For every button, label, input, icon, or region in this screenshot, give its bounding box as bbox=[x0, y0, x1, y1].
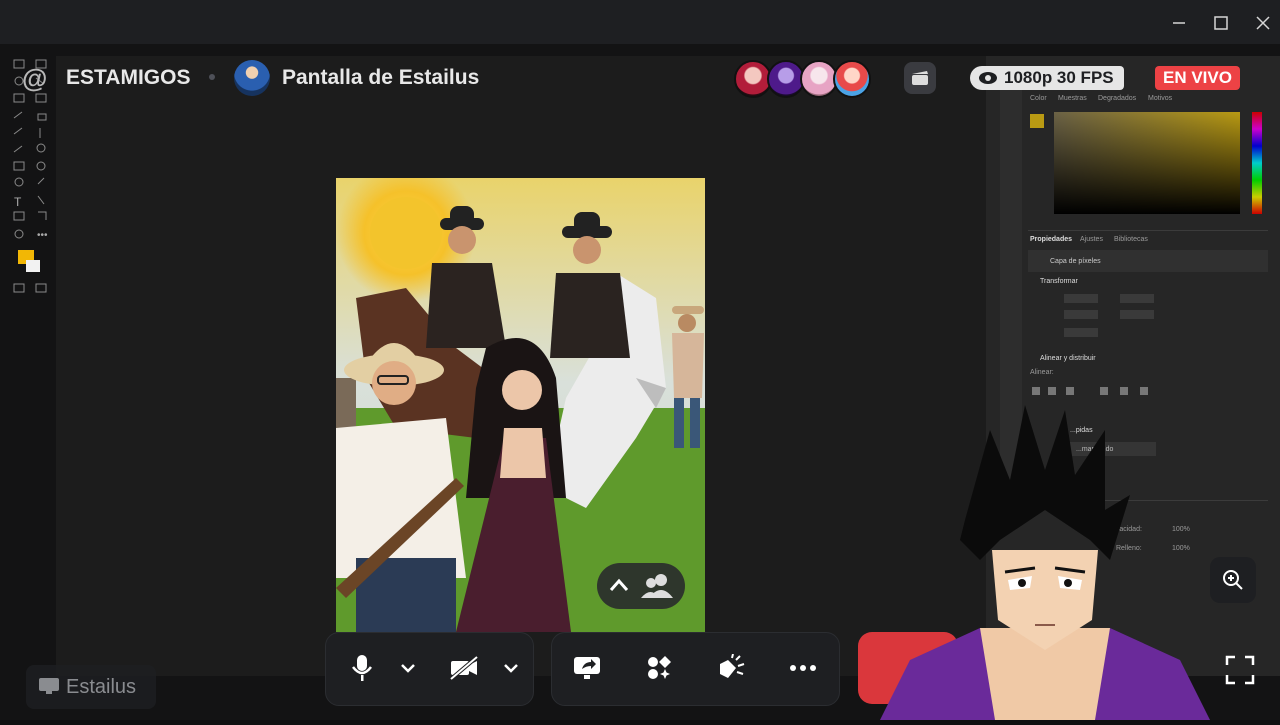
properties-tab: Propiedades bbox=[1030, 236, 1073, 243]
server-name: ESTAMIGOS bbox=[66, 66, 191, 89]
soundboard-button[interactable] bbox=[711, 650, 751, 686]
fullscreen-icon bbox=[1225, 655, 1255, 685]
transform-field bbox=[1064, 328, 1098, 337]
quality-text: 1080p 30 FPS bbox=[1004, 68, 1114, 87]
align-icons bbox=[1032, 387, 1148, 395]
photoshop-tools-icons: T ••• bbox=[13, 59, 48, 293]
panel-divider bbox=[1028, 230, 1268, 231]
hue-slider bbox=[1252, 112, 1262, 214]
zoom-button[interactable] bbox=[1210, 557, 1256, 603]
adjustments-tab: Ajustes bbox=[1080, 236, 1103, 243]
patterns-tab: Motivos bbox=[1148, 95, 1173, 102]
stream-quality-badge: 1080p 30 FPS bbox=[970, 66, 1124, 90]
chevron-down-icon bbox=[504, 664, 518, 673]
color-picker-field bbox=[1054, 112, 1240, 214]
color-tab: Color bbox=[1030, 95, 1047, 102]
activities-clapper-button[interactable] bbox=[904, 62, 936, 94]
separator-dot bbox=[209, 74, 215, 80]
fullscreen-button[interactable] bbox=[1220, 650, 1260, 690]
more-options-button[interactable] bbox=[783, 650, 823, 686]
eye-icon bbox=[979, 72, 997, 84]
foreground-swatch bbox=[1030, 114, 1044, 128]
layer-type-label: Capa de píxeles bbox=[1050, 258, 1101, 265]
chevron-up-icon bbox=[609, 578, 629, 591]
viewers-popup-button[interactable] bbox=[597, 563, 685, 609]
activities-icon bbox=[648, 656, 671, 679]
activities-button[interactable] bbox=[639, 650, 679, 686]
swatches-tab: Muestras bbox=[1058, 95, 1087, 102]
maximize-icon[interactable] bbox=[1204, 8, 1238, 38]
photoshop-toolbar: T ••• bbox=[10, 56, 54, 356]
clapperboard-icon bbox=[912, 71, 928, 85]
window-titlebar bbox=[0, 0, 1280, 44]
svg-text:T: T bbox=[14, 195, 22, 209]
microphone-icon bbox=[352, 655, 372, 681]
soundboard-icon bbox=[720, 654, 745, 678]
svg-text:•••: ••• bbox=[37, 230, 48, 241]
transform-section: Transformar bbox=[1040, 278, 1078, 285]
align-section: Alinear y distribuir bbox=[1040, 355, 1096, 362]
transform-field bbox=[1064, 310, 1098, 319]
share-screen-button[interactable] bbox=[567, 650, 607, 686]
close-icon[interactable] bbox=[1246, 8, 1280, 38]
participants-icon bbox=[641, 574, 673, 598]
at-mention-icon[interactable]: @ bbox=[22, 63, 47, 94]
minimize-icon[interactable] bbox=[1162, 8, 1196, 38]
share-screen-icon bbox=[574, 657, 600, 679]
stream-title: Pantalla de Estailus bbox=[282, 66, 480, 89]
gradients-tab: Degradados bbox=[1098, 95, 1137, 102]
transform-field bbox=[1120, 310, 1154, 319]
screen-share-indicator-icon bbox=[39, 678, 59, 694]
streamer-name: Estailus bbox=[66, 676, 137, 698]
transform-field bbox=[1064, 294, 1098, 303]
mic-options-button[interactable] bbox=[398, 658, 418, 678]
zoom-in-icon bbox=[1223, 570, 1243, 590]
more-icon bbox=[790, 665, 816, 671]
camera-off-icon bbox=[449, 655, 479, 681]
camera-options-button[interactable] bbox=[501, 658, 521, 678]
libraries-tab: Bibliotecas bbox=[1114, 236, 1148, 243]
chevron-down-icon bbox=[401, 664, 415, 673]
live-badge: EN VIVO bbox=[1155, 66, 1240, 90]
transform-field bbox=[1120, 294, 1154, 303]
microphone-button[interactable] bbox=[342, 650, 382, 686]
align-sublabel: Alinear: bbox=[1030, 369, 1054, 376]
camera-button[interactable] bbox=[444, 650, 484, 686]
viewer-avatar[interactable] bbox=[833, 60, 871, 98]
streamer-avatar[interactable] bbox=[234, 60, 270, 96]
vtuber-avatar bbox=[880, 400, 1210, 720]
